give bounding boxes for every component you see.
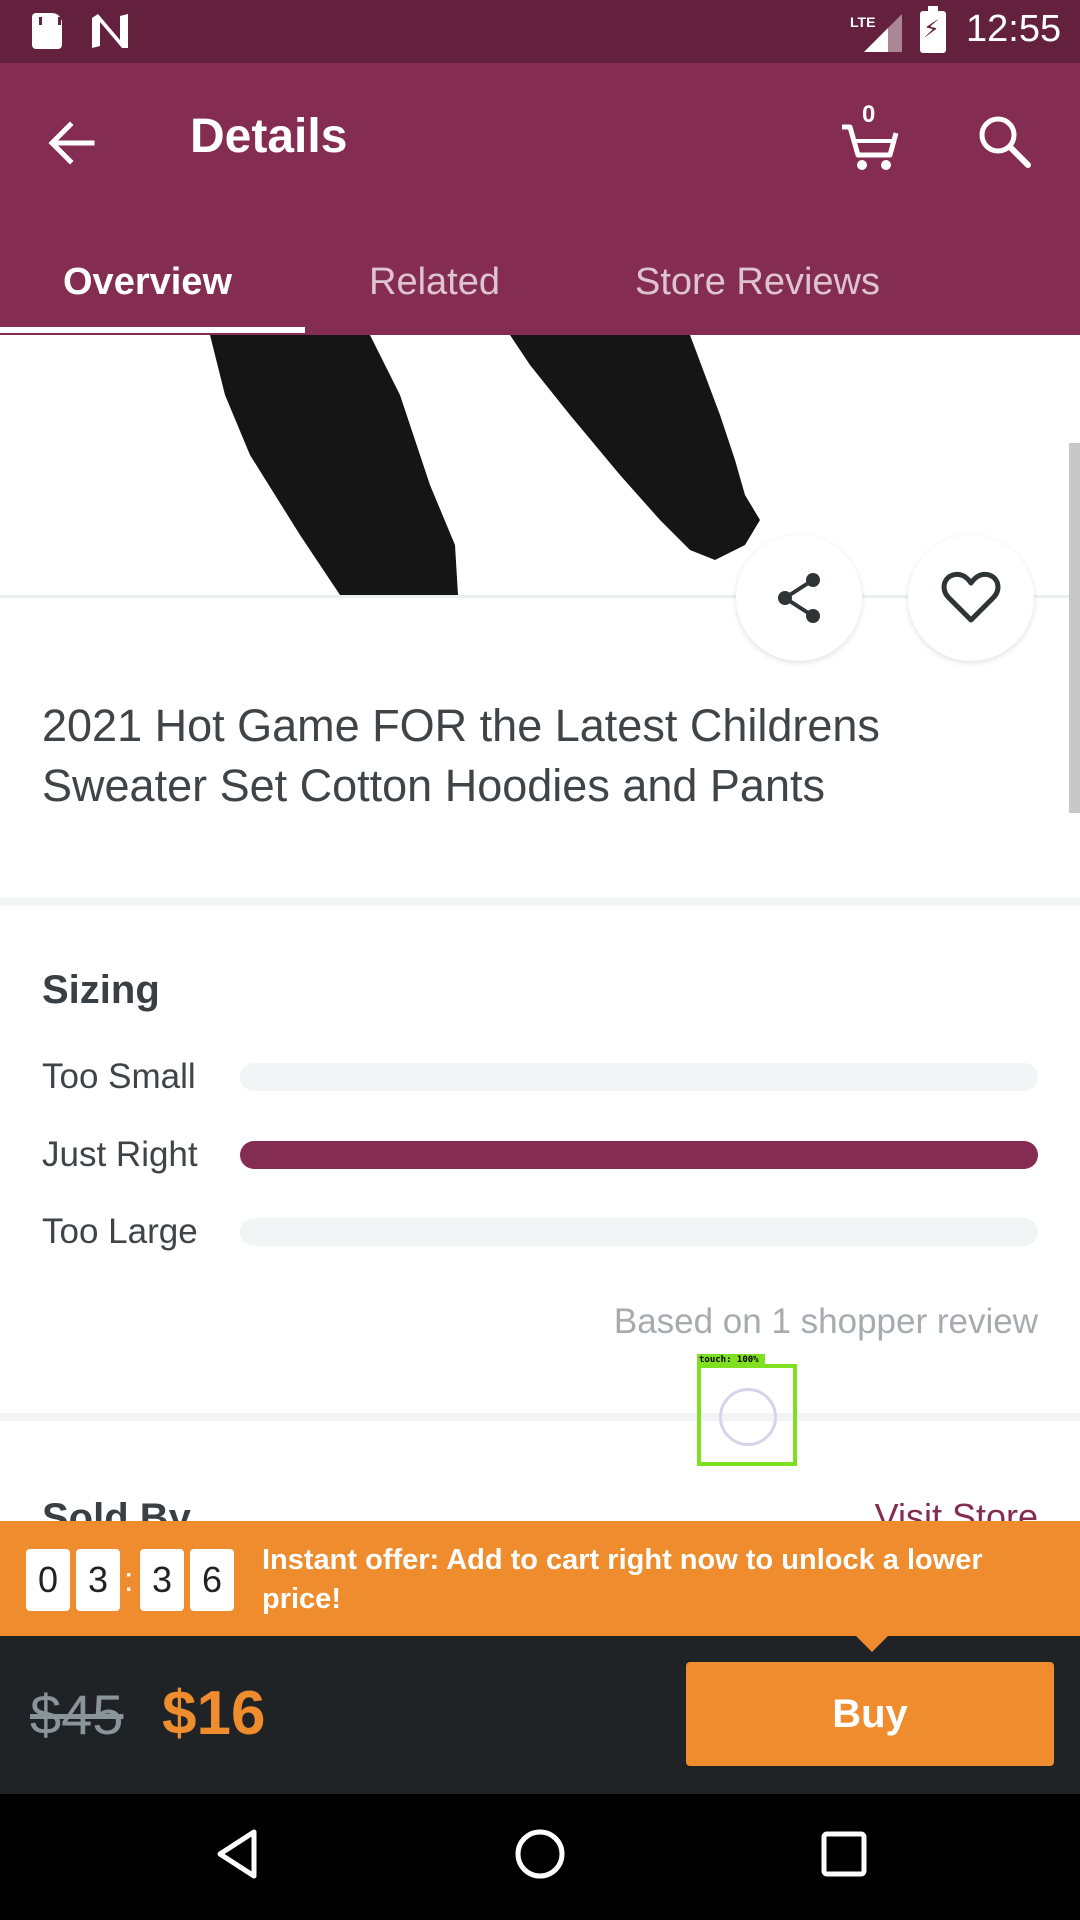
- size-bar-fill: [240, 1141, 1038, 1169]
- share-button[interactable]: [736, 535, 862, 661]
- review-count-note: Based on 1 shopper review: [613, 1302, 1038, 1341]
- cart-count-badge: 0: [862, 101, 876, 128]
- scrollbar[interactable]: [1069, 443, 1080, 813]
- product-photo: [210, 335, 760, 595]
- lte-signal-icon: LTE: [850, 14, 902, 52]
- tab-indicator: [0, 327, 305, 333]
- countdown-digit: 3: [76, 1549, 120, 1611]
- status-bar: LTE 12:55: [0, 0, 1080, 63]
- size-label: Too Large: [42, 1212, 198, 1251]
- countdown-separator: :: [124, 1561, 134, 1599]
- nav-back-icon[interactable]: [208, 1824, 268, 1884]
- page-title: Details: [190, 110, 348, 163]
- product-image[interactable]: [0, 335, 1080, 595]
- countdown-digit: 3: [140, 1549, 184, 1611]
- tab-store-reviews[interactable]: Store Reviews: [635, 261, 880, 304]
- touch-point: [719, 1388, 777, 1446]
- heart-icon: [941, 571, 1001, 623]
- nav-recents-icon[interactable]: [814, 1824, 874, 1884]
- instant-offer-banner[interactable]: 0 3 : 3 6 Instant offer: Add to cart rig…: [0, 1521, 1080, 1636]
- countdown-digit: 0: [26, 1549, 70, 1611]
- size-row: Just Right: [0, 1131, 1080, 1181]
- size-row: Too Large: [0, 1208, 1080, 1258]
- tab-bar: Overview Related Store Reviews: [0, 243, 1080, 335]
- price-bar: $45 $16 Buy: [0, 1636, 1080, 1794]
- product-title: 2021 Hot Game FOR the Latest Childrens S…: [42, 700, 880, 811]
- nav-home-icon[interactable]: [510, 1824, 570, 1884]
- sizing-title: Sizing: [42, 968, 160, 1012]
- current-price: $16: [162, 1679, 266, 1748]
- offer-pointer: [856, 1636, 888, 1652]
- app-bar: Details 0 Overview Related Store Reviews: [0, 63, 1080, 335]
- size-bar-track: [240, 1141, 1038, 1169]
- n-notification-icon: [92, 14, 128, 48]
- section-divider: [0, 898, 1080, 906]
- touch-indicator-box: [697, 1364, 797, 1466]
- network-type: LTE: [850, 14, 875, 30]
- sd-card-icon: [32, 13, 62, 49]
- status-time: 12:55: [966, 8, 1062, 50]
- size-bar-track: [240, 1218, 1038, 1246]
- buy-button[interactable]: Buy: [686, 1662, 1054, 1766]
- size-label: Too Small: [42, 1057, 196, 1096]
- search-icon[interactable]: [972, 109, 1036, 173]
- tab-related[interactable]: Related: [369, 261, 500, 304]
- back-arrow-icon[interactable]: [40, 111, 104, 175]
- original-price: $45: [30, 1683, 124, 1746]
- battery-charging-icon: [920, 6, 946, 53]
- share-icon: [778, 573, 820, 623]
- size-label: Just Right: [42, 1135, 198, 1174]
- system-nav-bar: [0, 1794, 1080, 1920]
- section-divider: [0, 1413, 1080, 1421]
- tab-overview[interactable]: Overview: [63, 261, 232, 304]
- size-row: Too Small: [0, 1053, 1080, 1103]
- size-bar-track: [240, 1063, 1038, 1091]
- offer-text: Instant offer: Add to cart right now to …: [262, 1544, 983, 1615]
- countdown-digit: 6: [190, 1549, 234, 1611]
- favorite-button[interactable]: [908, 535, 1034, 661]
